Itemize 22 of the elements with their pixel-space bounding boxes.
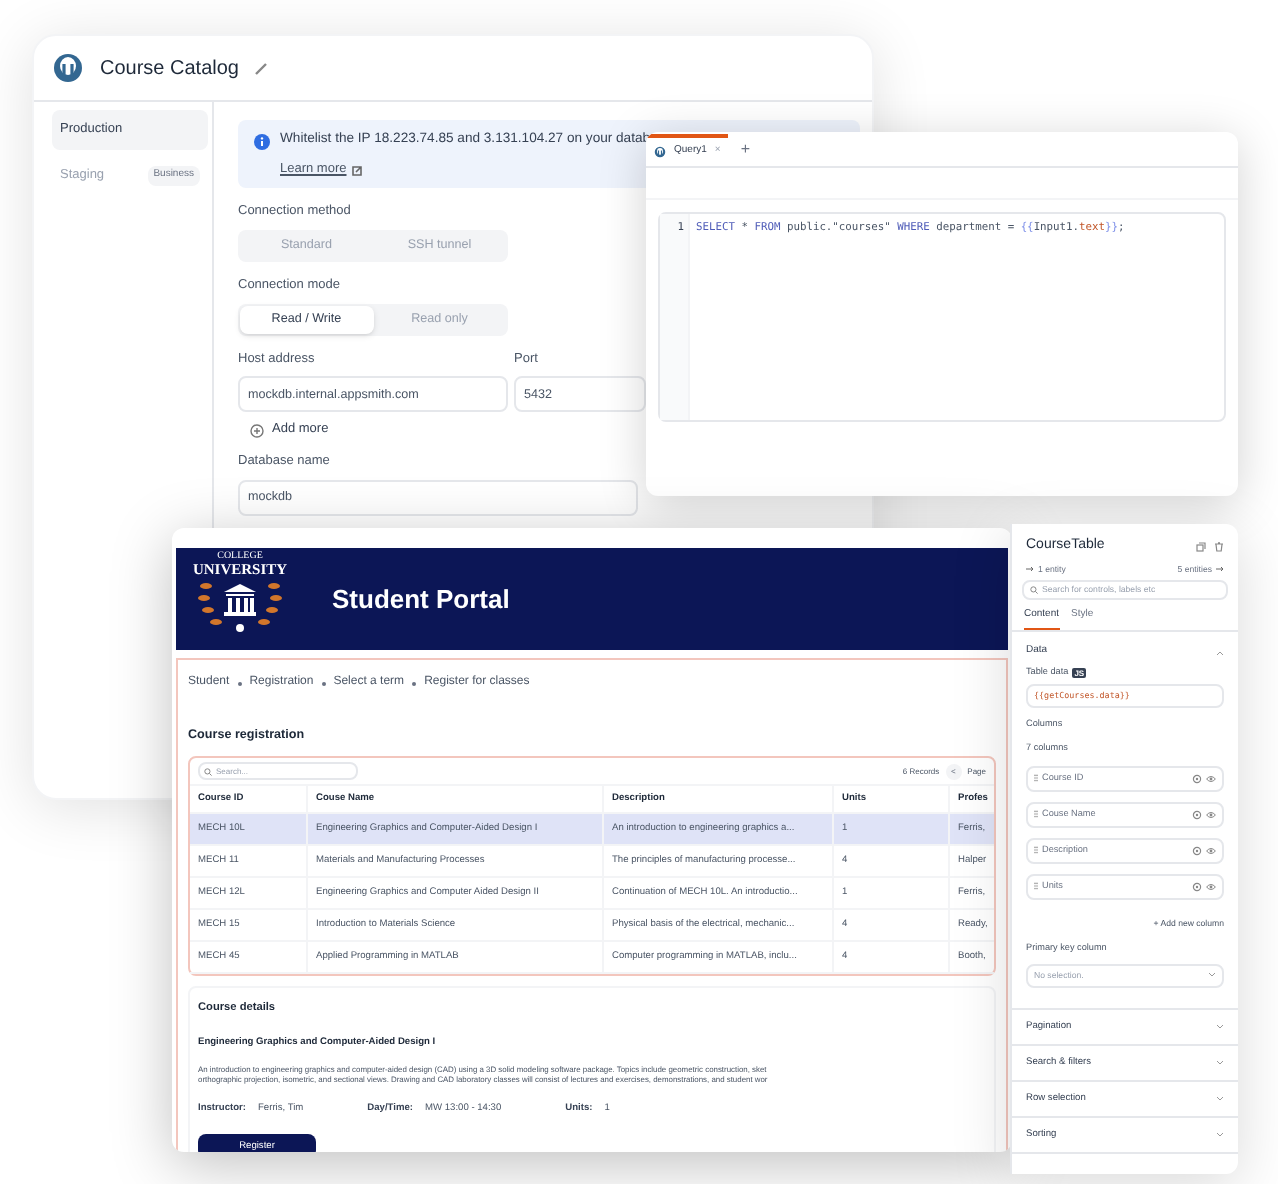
database-icon [654, 146, 666, 158]
pencil-icon [254, 61, 269, 75]
portal-title: Student Portal [332, 581, 510, 618]
copy-icon [1196, 541, 1206, 552]
arrow-right-icon [1026, 566, 1034, 573]
breadcrumb-separator-icon [237, 681, 242, 685]
external-link-icon [352, 165, 363, 176]
search-icon [1030, 585, 1038, 594]
database-icon [52, 52, 84, 84]
arrow-right-icon [1216, 566, 1224, 573]
search-icon [204, 767, 212, 776]
eye-icon [1206, 773, 1216, 784]
eye-icon [1206, 809, 1216, 820]
plus-circle-icon [250, 423, 264, 438]
eye-icon [1206, 845, 1216, 856]
eye-icon [1206, 881, 1216, 892]
info-icon [254, 134, 270, 150]
datasource-title: Course Catalog [100, 55, 239, 83]
add-tab-button[interactable]: + [728, 134, 762, 166]
trash-icon [1214, 541, 1224, 552]
breadcrumb-separator-icon [321, 681, 326, 685]
breadcrumb-separator-icon [412, 681, 417, 685]
